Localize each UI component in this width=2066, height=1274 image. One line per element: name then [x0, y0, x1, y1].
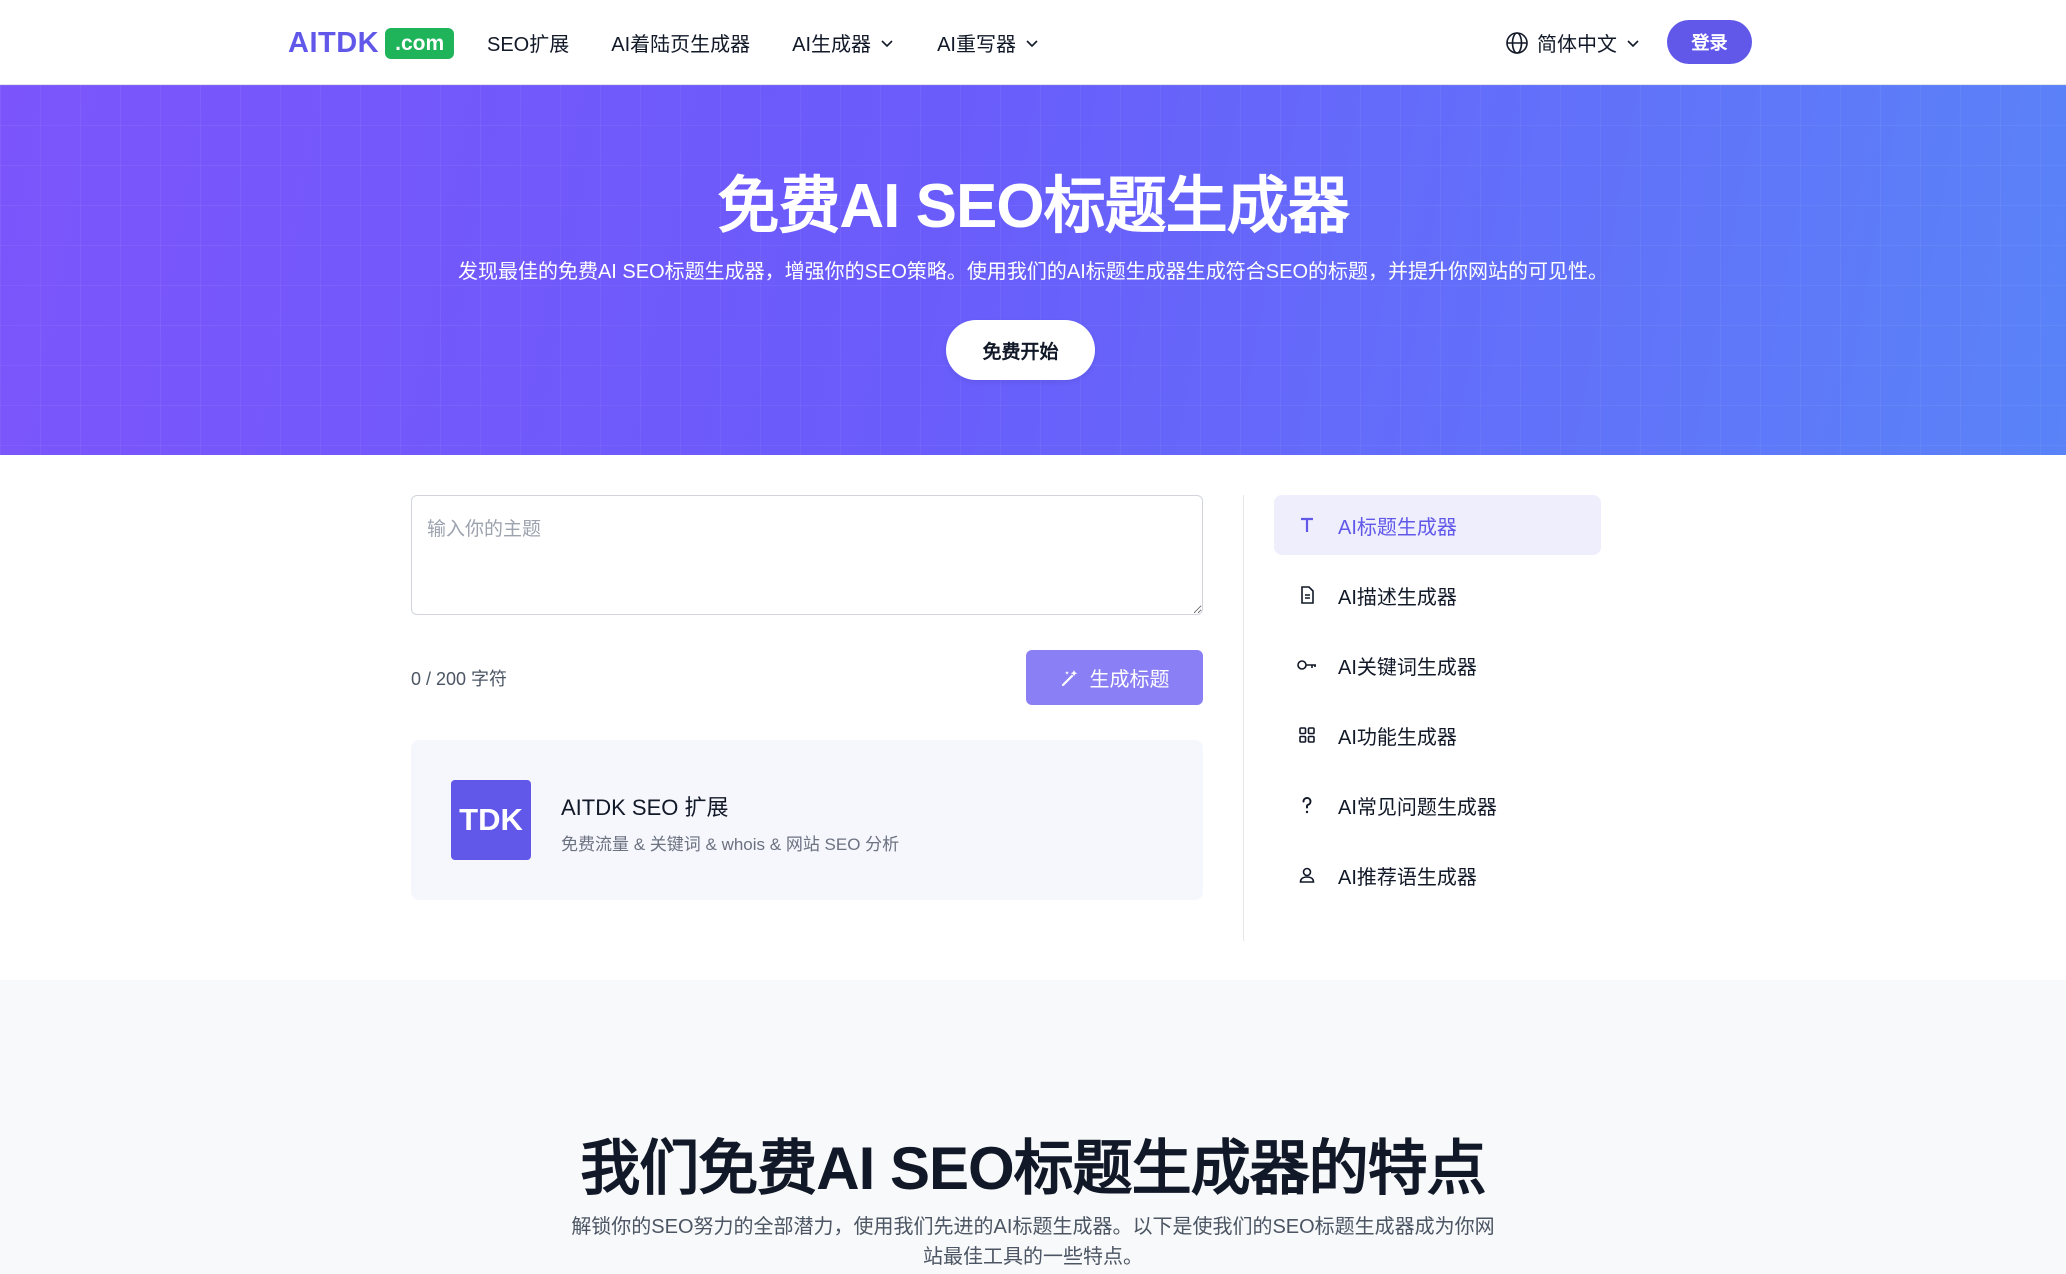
sidebar-item-description-generator[interactable]: AI描述生成器 [1274, 565, 1601, 625]
logo-badge: .com [385, 27, 455, 59]
main-nav: SEO扩展 AI着陆页生成器 AI生成器 AI重写器 [487, 0, 1082, 85]
extension-description: 免费流量 & 关键词 & whois & 网站 SEO 分析 [561, 835, 900, 854]
sidebar-item-label: AI关键词生成器 [1338, 656, 1477, 679]
sidebar-item-testimonial-generator[interactable]: AI推荐语生成器 [1274, 845, 1601, 905]
chevron-down-icon [1026, 39, 1038, 47]
generate-title-button[interactable]: 生成标题 [1026, 650, 1203, 705]
sidebar-item-label: AI标题生成器 [1338, 516, 1457, 539]
logo-text: AITDK [288, 26, 380, 59]
nav-ai-rewriters[interactable]: AI重写器 [937, 28, 1040, 57]
user-icon [1296, 864, 1318, 886]
sidebar-item-label: AI推荐语生成器 [1338, 866, 1477, 889]
globe-icon [1506, 31, 1528, 54]
sidebar-item-label: AI功能生成器 [1338, 726, 1457, 749]
text-t-icon [1296, 514, 1318, 536]
features-title: 我们免费AI SEO标题生成器的特点 [580, 1135, 1486, 1202]
language-selector[interactable]: 简体中文 [1505, 0, 1641, 85]
top-header: AITDK .com SEO扩展 AI着陆页生成器 AI生成器 AI重写器 简体… [0, 0, 2066, 85]
language-label: 简体中文 [1537, 34, 1617, 56]
hero-subtitle: 发现最佳的免费AI SEO标题生成器，增强你的SEO策略。使用我们的AI标题生成… [457, 261, 1609, 283]
key-icon [1296, 654, 1318, 676]
extension-title: AITDK SEO 扩展 [561, 795, 729, 820]
sidebar-item-label: AI常见问题生成器 [1338, 796, 1497, 819]
nav-label: AI生成器 [792, 34, 872, 56]
sidebar-item-title-generator[interactable]: AI标题生成器 [1274, 495, 1601, 555]
extension-card[interactable]: TDK AITDK SEO 扩展 免费流量 & 关键词 & whois & 网站… [411, 740, 1203, 900]
chevron-down-icon [881, 39, 893, 47]
features-section: 我们免费AI SEO标题生成器的特点 解锁你的SEO努力的全部潜力，使用我们先进… [0, 980, 2066, 1274]
generate-label: 生成标题 [1089, 669, 1170, 691]
logo[interactable]: AITDK .com [288, 26, 455, 60]
nav-ai-landing-page[interactable]: AI着陆页生成器 [611, 28, 750, 57]
grid-icon [1296, 724, 1318, 746]
sidebar-item-keyword-generator[interactable]: AI关键词生成器 [1274, 635, 1601, 695]
char-count: 0 / 200 字符 [411, 669, 508, 689]
nav-label: SEO扩展 [487, 34, 570, 56]
hero-title: 免费AI SEO标题生成器 [717, 172, 1349, 241]
tdk-logo: TDK [451, 780, 531, 860]
nav-ai-generators[interactable]: AI生成器 [792, 28, 895, 57]
start-free-button[interactable]: 免费开始 [946, 320, 1095, 380]
topic-input[interactable] [411, 495, 1203, 615]
login-button[interactable]: 登录 [1667, 20, 1752, 64]
nav-label: AI重写器 [937, 34, 1016, 56]
chevron-down-icon [1627, 39, 1639, 47]
magic-wand-icon [1061, 669, 1077, 686]
nav-label: AI着陆页生成器 [611, 34, 751, 56]
document-icon [1296, 584, 1318, 606]
sidebar-item-label: AI描述生成器 [1338, 586, 1457, 609]
tool-sidebar: AI标题生成器 AI描述生成器 AI关键词生成器 AI功能生成器 AI常见问题生… [1274, 495, 1601, 915]
features-subtitle: 解锁你的SEO努力的全部潜力，使用我们先进的AI标题生成器。以下是使我们的SEO… [571, 1216, 1495, 1268]
sidebar-item-faq-generator[interactable]: AI常见问题生成器 [1274, 775, 1601, 835]
question-icon [1296, 794, 1318, 816]
vertical-divider [1243, 495, 1244, 941]
hero-banner: 免费AI SEO标题生成器 发现最佳的免费AI SEO标题生成器，增强你的SEO… [0, 85, 2066, 455]
nav-seo-extension[interactable]: SEO扩展 [487, 28, 569, 57]
sidebar-item-feature-generator[interactable]: AI功能生成器 [1274, 705, 1601, 765]
